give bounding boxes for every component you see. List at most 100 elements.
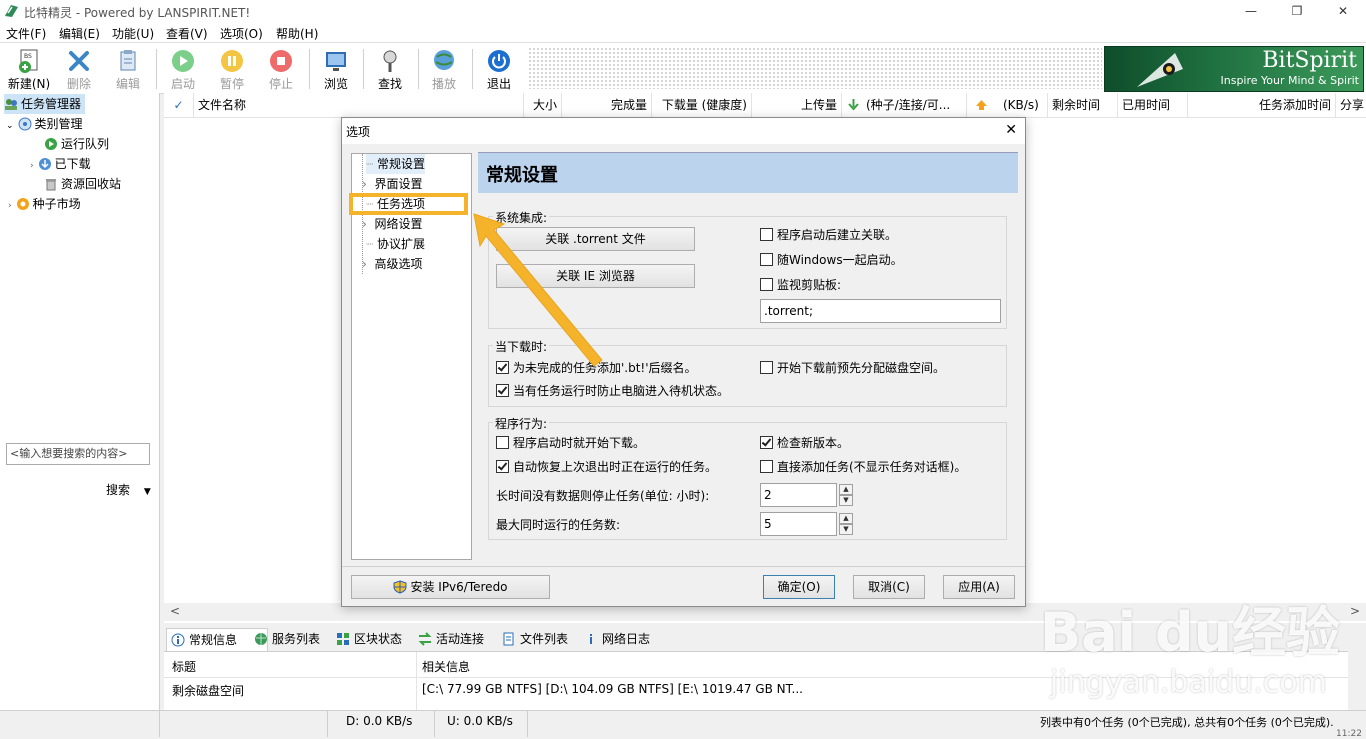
scroll-right-icon[interactable]: >	[1350, 604, 1360, 618]
column-share[interactable]: 分享	[1336, 93, 1366, 117]
tree-item-recycle-bin[interactable]: 资源回收站	[44, 174, 121, 194]
menu-view[interactable]: 查看(V)	[166, 25, 208, 42]
menu-options[interactable]: 选项(O)	[220, 25, 263, 42]
recycle-bin-icon	[46, 179, 56, 191]
browse-button[interactable]: 浏览	[312, 45, 360, 91]
delete-icon	[69, 51, 89, 71]
ok-button[interactable]: 确定(O)	[763, 575, 835, 599]
find-icon	[383, 50, 397, 72]
chevron-right-icon[interactable]: ›	[362, 177, 374, 191]
checkbox-start-download[interactable]: 程序启动时就开始下载。	[496, 435, 645, 451]
max-tasks-spin-up[interactable]: ▲	[839, 513, 853, 524]
max-tasks-spin-down[interactable]: ▼	[839, 524, 853, 535]
new-button[interactable]: BS 新建(N)	[5, 45, 53, 91]
dialog-close-icon[interactable]: ✕	[1005, 122, 1017, 138]
tree-item-task-manager[interactable]: 任务管理器	[4, 94, 86, 114]
column-seeds[interactable]: (种子/连接/可...	[842, 93, 967, 117]
pause-button[interactable]: 暂停	[208, 45, 256, 91]
task-summary: 列表中有0个任务 (0个已完成), 总共有0个任务 (0个已完成).	[1040, 716, 1334, 729]
max-tasks-input[interactable]: 5	[760, 512, 837, 536]
info-column-divider	[416, 652, 417, 711]
chevron-right-icon[interactable]: ›	[30, 161, 34, 171]
chevron-down-icon[interactable]: ⌄	[6, 121, 14, 131]
group-title: 程序行为:	[493, 415, 550, 432]
exit-button[interactable]: 退出	[475, 45, 523, 91]
options-tree-interface[interactable]: › 界面设置	[362, 174, 422, 194]
logo-slogan: Inspire Your Mind & Spirit	[1220, 74, 1360, 87]
column-elapsed-time[interactable]: 已用时间	[1118, 93, 1188, 117]
column-added-time[interactable]: 任务添加时间	[1188, 93, 1336, 117]
minimize-button[interactable]: —	[1228, 0, 1274, 22]
log-icon	[590, 634, 592, 644]
app-icon	[5, 5, 18, 17]
column-speed[interactable]: (KB/s)	[967, 93, 1048, 117]
checkbox-check-version[interactable]: 检查新版本。	[760, 435, 849, 451]
tree-item-run-queue[interactable]: 运行队列	[44, 134, 109, 154]
tree-item-category[interactable]: ⌄ 类别管理	[6, 114, 83, 134]
scroll-left-icon[interactable]: <	[170, 604, 180, 618]
status-divider	[327, 711, 328, 737]
browse-icon	[326, 52, 346, 71]
idle-stop-input[interactable]: 2	[760, 483, 837, 507]
start-button[interactable]: 启动	[159, 45, 207, 91]
menu-file[interactable]: 文件(F)	[6, 25, 46, 42]
maximize-button[interactable]: ❐	[1274, 0, 1320, 22]
close-button[interactable]: ✕	[1320, 0, 1366, 22]
options-tree-general[interactable]: ┈ 常规设置	[366, 154, 426, 174]
install-ipv6-button[interactable]: 安装 IPv6/Teredo	[351, 575, 550, 599]
chevron-right-icon[interactable]: ›	[8, 201, 12, 211]
status-divider	[434, 711, 435, 737]
checkbox-assoc-on-start[interactable]: 程序启动后建立关联。	[760, 227, 897, 243]
checkbox-prevent-standby[interactable]: 当有任务运行时防止电脑进入待机状态。	[496, 383, 729, 399]
cancel-button[interactable]: 取消(C)	[853, 575, 925, 599]
menu-help[interactable]: 帮助(H)	[276, 25, 318, 42]
checkbox-monitor-clipboard[interactable]: 监视剪贴板:	[760, 277, 841, 293]
vertical-scrollbar[interactable]	[1348, 651, 1366, 710]
clock: 11:22	[1336, 729, 1362, 739]
toolbar-separator	[156, 49, 157, 89]
options-tree-protocol[interactable]: ┈ 协议扩展	[366, 234, 425, 254]
toolbar-separator	[309, 49, 310, 89]
edit-icon	[120, 50, 136, 71]
checkbox-prealloc[interactable]: 开始下载前预先分配磁盘空间。	[760, 360, 945, 376]
idle-stop-spin-up[interactable]: ▲	[839, 484, 853, 495]
menu-function[interactable]: 功能(U)	[112, 25, 154, 42]
column-size[interactable]: 大小	[524, 93, 562, 117]
menu-edit[interactable]: 编辑(E)	[59, 25, 100, 42]
info-row-value: [C:\ 77.99 GB NTFS] [D:\ 104.09 GB NTFS]…	[422, 682, 803, 696]
delete-button[interactable]: 删除	[55, 45, 103, 91]
status-divider	[527, 711, 528, 737]
apply-button[interactable]: 应用(A)	[943, 575, 1015, 599]
shield-icon	[393, 580, 407, 594]
edit-button[interactable]: 编辑	[104, 45, 152, 91]
find-button[interactable]: 查找	[366, 45, 414, 91]
chevron-right-icon[interactable]: ›	[362, 217, 374, 231]
page-header: 常规设置	[478, 152, 1018, 193]
checkbox-direct-add[interactable]: 直接添加任务(不显示任务对话框)。	[760, 459, 966, 475]
play-button[interactable]: 播放	[420, 45, 468, 91]
options-tree-advanced[interactable]: › 高级选项	[362, 254, 422, 274]
search-button[interactable]: 搜索 ▼	[106, 481, 151, 498]
people-icon	[5, 99, 17, 110]
column-file-name[interactable]: 文件名称	[194, 93, 524, 117]
tree-item-seed-market[interactable]: › 种子市场	[8, 194, 81, 214]
column-completed[interactable]: 完成量	[562, 93, 652, 117]
search-input[interactable]: <输入想要搜索的内容>	[6, 443, 150, 465]
checkbox-resume-tasks[interactable]: 自动恢复上次退出时正在运行的任务。	[496, 459, 717, 475]
check-all-icon[interactable]: ✓	[164, 93, 194, 117]
options-tree-network[interactable]: › 网络设置	[362, 214, 422, 234]
tab-network-log[interactable]: 网络日志	[580, 628, 678, 650]
file-list-icon	[503, 632, 514, 646]
column-remaining-time[interactable]: 剩余时间	[1048, 93, 1118, 117]
checkbox-start-with-windows[interactable]: 随Windows一起启动。	[760, 252, 903, 268]
idle-stop-label: 长时间没有数据则停止任务(单位: 小时):	[496, 489, 710, 503]
column-uploaded[interactable]: 上传量	[752, 93, 842, 117]
chevron-right-icon[interactable]: ›	[362, 257, 374, 271]
idle-stop-spin-down[interactable]: ▼	[839, 495, 853, 506]
window-title: 比特精灵 - Powered by LANSPIRIT.NET!	[24, 6, 251, 20]
stop-button[interactable]: 停止	[257, 45, 305, 91]
column-downloaded[interactable]: 下载量 (健康度)	[652, 93, 752, 117]
clipboard-filter-input[interactable]: .torrent;	[760, 299, 1001, 323]
tree-item-downloaded[interactable]: › 已下载	[30, 154, 91, 174]
download-arrow-icon	[848, 99, 859, 111]
